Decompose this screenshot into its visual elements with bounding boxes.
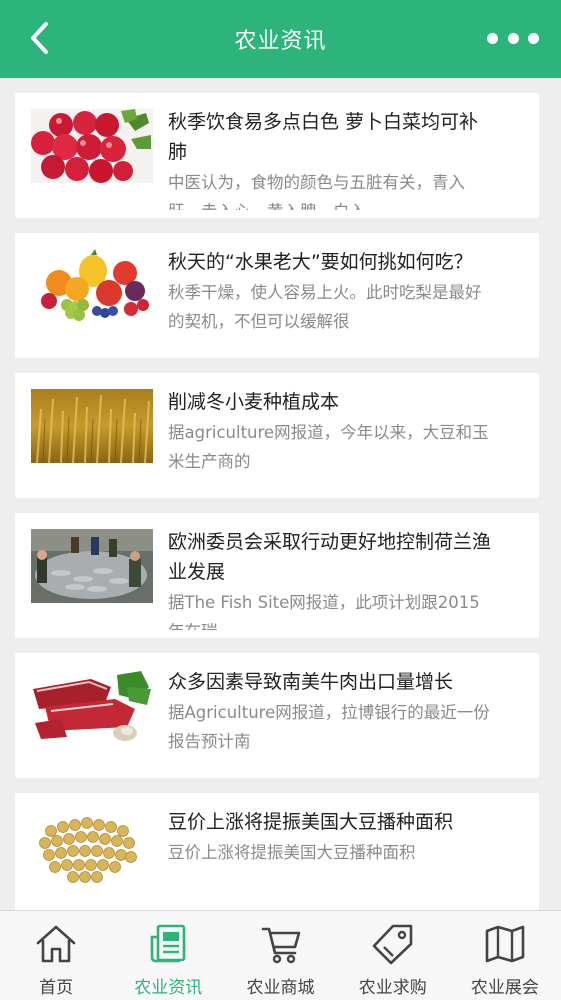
news-title: 豆价上涨将提振美国大豆播种面积 bbox=[168, 811, 454, 833]
fruits-image bbox=[31, 249, 153, 323]
news-summary: 中医认为，食物的颜色与五脏有关，青入肝，赤入心，黄入脾，白入 bbox=[168, 173, 465, 210]
tab-purchase[interactable]: 农业求购 bbox=[337, 911, 449, 1000]
news-item[interactable]: 秋天的“水果老大”要如何挑如何吃？ 秋季干燥，使人容易上火。此时吃梨是最好的契机… bbox=[15, 233, 539, 358]
map-icon bbox=[482, 921, 528, 967]
bottom-tab-bar: 首页 农业资讯 农业商城 农业求购 农业展会 bbox=[0, 910, 561, 1000]
news-item[interactable]: 欧洲委员会采取行动更好地控制荷兰渔业发展 据The Fish Site网报道，此… bbox=[15, 513, 539, 638]
more-dots-icon bbox=[487, 32, 498, 44]
tab-label: 农业商城 bbox=[246, 978, 315, 998]
beef-image bbox=[31, 669, 153, 743]
radishes-image bbox=[31, 109, 153, 183]
tab-label: 首页 bbox=[39, 978, 74, 998]
fish-harvest-image bbox=[31, 529, 153, 603]
news-list: 秋季饮食易多点白色 萝卜白菜均可补肺 中医认为，食物的颜色与五脏有关，青入肝，赤… bbox=[15, 93, 539, 933]
tab-news[interactable]: 农业资讯 bbox=[112, 911, 224, 1000]
wheat-field-image bbox=[31, 389, 153, 463]
news-item[interactable]: 豆价上涨将提振美国大豆播种面积 豆价上涨将提振美国大豆播种面积 bbox=[15, 793, 539, 918]
tab-label: 农业展会 bbox=[470, 978, 539, 998]
news-title: 欧洲委员会采取行动更好地控制荷兰渔业发展 bbox=[168, 531, 491, 583]
tab-label: 农业求购 bbox=[358, 978, 427, 998]
tab-mall[interactable]: 农业商城 bbox=[224, 911, 336, 1000]
home-icon bbox=[33, 921, 79, 967]
news-summary: 秋季干燥，使人容易上火。此时吃梨是最好的契机，不但可以缓解很 bbox=[168, 283, 482, 331]
news-summary: 据agriculture网报道，今年以来，大豆和玉米生产商的 bbox=[168, 423, 489, 471]
tab-expo[interactable]: 农业展会 bbox=[449, 911, 561, 1000]
news-item[interactable]: 秋季饮食易多点白色 萝卜白菜均可补肺 中医认为，食物的颜色与五脏有关，青入肝，赤… bbox=[15, 93, 539, 218]
news-icon bbox=[145, 921, 191, 967]
tab-home[interactable]: 首页 bbox=[0, 911, 112, 1000]
news-summary: 据The Fish Site网报道，此项计划跟2015年在瑞 bbox=[168, 593, 480, 630]
news-title: 削减冬小麦种植成本 bbox=[168, 391, 340, 413]
tab-label: 农业资讯 bbox=[134, 978, 203, 998]
cart-icon bbox=[258, 921, 304, 967]
tag-icon bbox=[370, 921, 416, 967]
news-summary: 据Agriculture网报道，拉博银行的最近一份报告预计南 bbox=[168, 703, 490, 751]
news-summary: 豆价上涨将提振美国大豆播种面积 bbox=[168, 843, 416, 862]
news-title: 秋天的“水果老大”要如何挑如何吃？ bbox=[168, 251, 473, 273]
app-header: 农业资讯 bbox=[0, 0, 561, 78]
more-button[interactable] bbox=[487, 26, 539, 50]
news-title: 秋季饮食易多点白色 萝卜白菜均可补肺 bbox=[168, 111, 479, 163]
news-title: 众多因素导致南美牛肉出口量增长 bbox=[168, 671, 454, 693]
news-item[interactable]: 众多因素导致南美牛肉出口量增长 据Agriculture网报道，拉博银行的最近一… bbox=[15, 653, 539, 778]
news-item[interactable]: 削减冬小麦种植成本 据agriculture网报道，今年以来，大豆和玉米生产商的 bbox=[15, 373, 539, 498]
page-title: 农业资讯 bbox=[234, 29, 327, 54]
soybeans-image bbox=[31, 809, 153, 883]
